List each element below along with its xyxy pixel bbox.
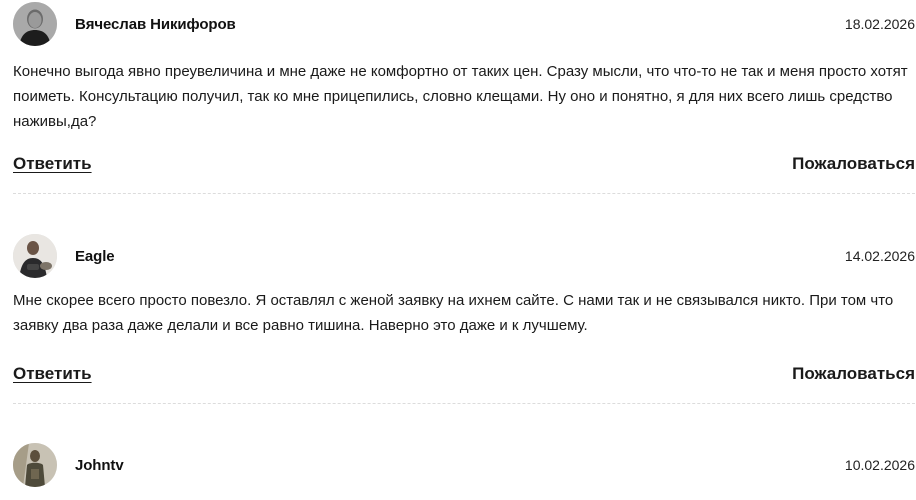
- comment-author: Eagle: [75, 248, 115, 265]
- comment-actions: Ответить Пожаловаться: [13, 364, 915, 388]
- comment-item: Eagle 14.02.2026 Мне скорее всего просто…: [13, 232, 915, 404]
- user-photo-icon: [13, 234, 57, 278]
- comment-header: Johntv 10.02.2026: [13, 441, 915, 490]
- divider: [13, 403, 915, 404]
- comment-text: Конечно выгода явно преувеличина и мне д…: [13, 63, 908, 130]
- comments-list: Вячеслав Никифоров 18.02.2026 Конечно вы…: [0, 0, 916, 500]
- report-link[interactable]: Пожаловаться: [792, 364, 915, 384]
- report-link[interactable]: Пожаловаться: [792, 154, 915, 174]
- comment-author: Вячеслав Никифоров: [75, 16, 236, 33]
- reply-link[interactable]: Ответить: [13, 364, 92, 384]
- comment-actions: Ответить Пожаловаться: [13, 154, 915, 178]
- comment-date: 14.02.2026: [844, 248, 915, 264]
- divider: [13, 193, 915, 194]
- user-photo-icon: [13, 443, 57, 487]
- avatar: [13, 443, 57, 487]
- comment-author: Johntv: [75, 457, 124, 474]
- comment-date: 10.02.2026: [844, 457, 915, 473]
- avatar: [13, 2, 57, 46]
- comment-date: 18.02.2026: [844, 16, 915, 32]
- comment-item: Вячеслав Никифоров 18.02.2026 Конечно вы…: [13, 0, 915, 194]
- comment-text: Мне скорее всего просто повезло. Я остав…: [13, 292, 894, 334]
- avatar: [13, 234, 57, 278]
- comment-header: Eagle 14.02.2026: [13, 232, 915, 281]
- comment-item: Johntv 10.02.2026: [13, 441, 915, 490]
- user-photo-icon: [13, 2, 57, 46]
- reply-link[interactable]: Ответить: [13, 154, 92, 174]
- comment-header: Вячеслав Никифоров 18.02.2026: [13, 0, 915, 49]
